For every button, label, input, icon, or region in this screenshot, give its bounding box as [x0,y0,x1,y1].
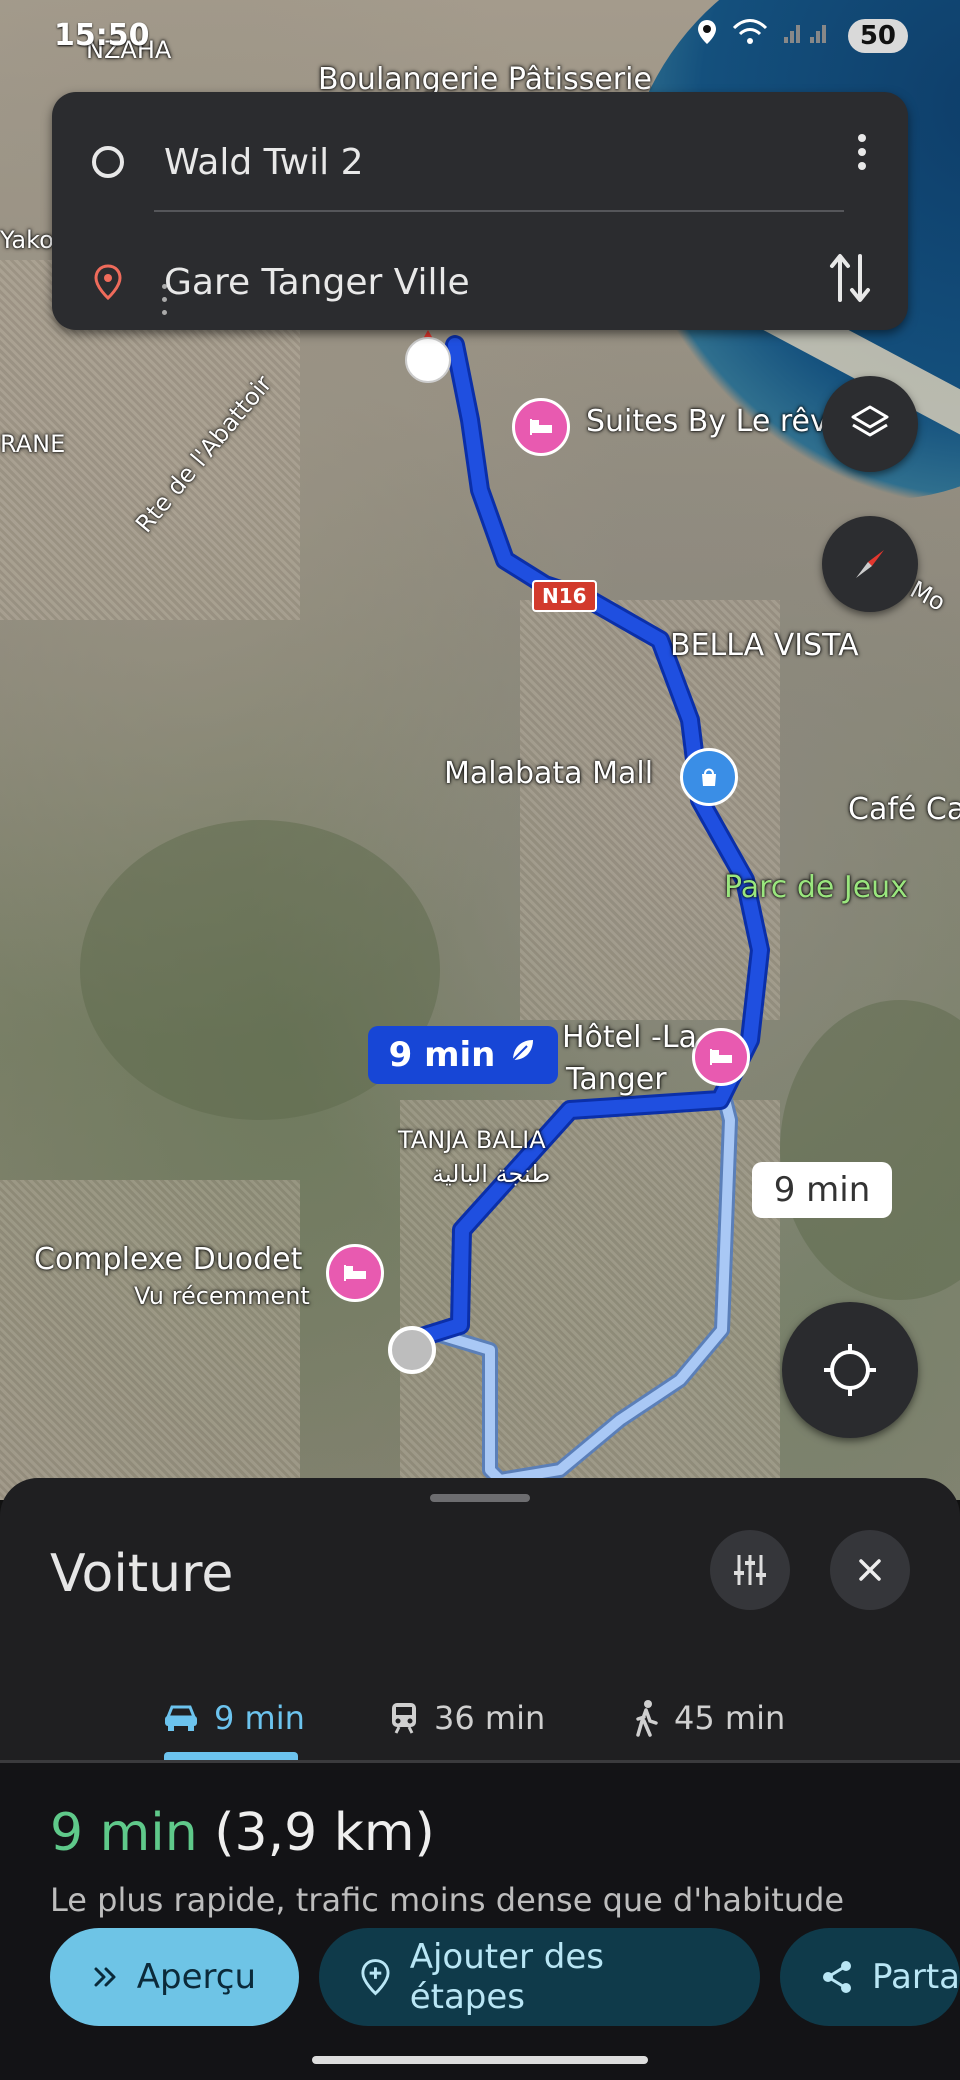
swap-vert-icon [830,254,870,302]
wifi-icon [732,18,768,53]
battery-indicator: 50 [847,18,908,53]
route-summary: 9 min (3,9 km) [50,1803,435,1863]
more-options-button[interactable] [856,132,868,176]
more-vert-icon [858,134,866,170]
tab-walk[interactable]: 45 min [632,1668,785,1768]
sheet-drag-handle[interactable] [430,1494,530,1502]
route-distance: (3,9 km) [214,1803,435,1863]
double-chevron-icon [94,1967,116,1987]
alt-route-time-badge[interactable]: 9 min [752,1162,892,1218]
map-label-tanja-balia-ar: طنجة البالية [432,1160,551,1188]
origin-circle-icon [92,146,124,178]
overview-label: Aperçu [136,1957,256,1997]
tab-walk-label: 45 min [674,1699,786,1737]
crosshair-icon [824,1344,876,1396]
my-location-button[interactable] [782,1302,918,1438]
gesture-navigation-bar[interactable] [312,2056,648,2064]
destination-field[interactable]: Gare Tanger Ville [164,262,470,303]
signal-icon [782,19,834,52]
selected-route-time: 9 min [388,1035,496,1075]
active-tab-indicator [164,1752,298,1760]
alt-route-line[interactable] [432,1092,738,1488]
selected-route-line-inner [405,338,767,1347]
map-label-malabata[interactable]: Malabata Mall [444,756,653,791]
add-stops-label: Ajouter des étapes [409,1937,605,2017]
tab-transit[interactable]: 36 min [388,1668,545,1768]
car-icon [165,1705,197,1731]
map-label-complexe[interactable]: Complexe Duodet [34,1242,302,1277]
origin-marker[interactable] [388,1326,436,1374]
tab-transit-label: 36 min [434,1699,546,1737]
route-options-button[interactable] [710,1530,790,1610]
selected-route-line[interactable] [402,335,770,1350]
add-location-icon [361,1959,390,1996]
map-label-cafe[interactable]: Café Ca [848,792,960,827]
close-button[interactable] [830,1530,910,1610]
status-bar: 15:50 50 [0,12,960,62]
destination-pin-icon [94,264,122,300]
map-label-tanja-balia: TANJA BALIA [398,1126,546,1154]
share-button[interactable]: Parta [780,1928,960,2026]
layers-button[interactable] [822,376,918,472]
map-label-recent: Vu récemment [134,1282,310,1310]
destination-row[interactable]: Gare Tanger Ville [52,242,908,322]
sheet-title: Voiture [50,1544,234,1604]
origin-field[interactable]: Wald Twil 2 [164,142,363,183]
map-label-hotel-tanger[interactable]: Tanger [566,1062,667,1097]
map-label-yako: Yako [0,226,54,254]
location-icon [696,18,718,53]
route-duration: 9 min [50,1803,198,1863]
compass-button[interactable] [822,516,918,612]
add-stops-button[interactable]: Ajouter des étapes [318,1928,761,2026]
close-icon [859,1559,881,1581]
share-label: Parta [872,1957,960,1997]
origin-row[interactable]: Wald Twil 2 [52,122,908,202]
hotel-pin-icon[interactable] [326,1244,384,1302]
map-label-hotel-la[interactable]: Hôtel -La [562,1020,697,1055]
compass-icon [856,550,884,578]
action-buttons: Aperçu Ajouter des étapes Parta [50,1928,960,2026]
map-label-hotel-suites[interactable]: Suites By Le rêv [586,404,828,439]
route-bottom-sheet[interactable]: Voiture 9 min 36 min 45 min 9 min (3,9 k… [0,1478,960,2080]
tune-icon [734,1555,766,1585]
route-shield-n16: N16 [532,580,597,612]
hotel-pin-icon[interactable] [512,398,570,456]
status-time: 15:50 [54,18,150,53]
map-label-bella-vista: BELLA VISTA [670,628,859,663]
route-summary-panel[interactable]: 9 min (3,9 km) Le plus rapide, trafic mo… [0,1763,960,2080]
hotel-pin-icon[interactable] [692,1028,750,1086]
swap-button[interactable] [828,252,872,308]
train-icon [392,1703,416,1734]
map-label-rane: RANE [0,430,66,458]
route-description: Le plus rapide, trafic moins dense que d… [50,1881,845,1919]
walk-icon [636,1700,658,1737]
selected-route-time-badge[interactable]: 9 min [368,1026,558,1084]
divider [154,210,844,212]
eco-leaf-icon [507,1035,537,1075]
layers-icon [851,405,889,437]
share-icon [823,1961,852,1993]
tab-car-label: 9 min [214,1699,305,1737]
travel-mode-tabs: 9 min 36 min 45 min [0,1668,960,1772]
overview-button[interactable]: Aperçu [50,1928,299,2026]
destination-marker-base [405,337,451,383]
map-label-parc[interactable]: Parc de Jeux [724,870,908,905]
shopping-pin-icon[interactable] [680,748,738,806]
directions-card: Wald Twil 2 Gare Tanger Ville [52,92,908,330]
